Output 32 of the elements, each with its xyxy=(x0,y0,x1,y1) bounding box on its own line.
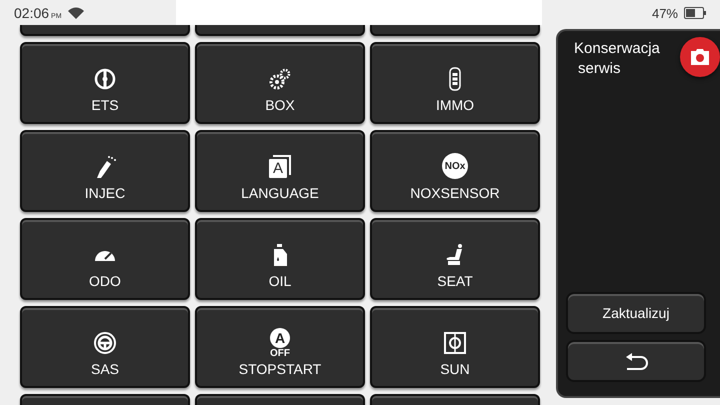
update-button[interactable]: Zaktualizuj xyxy=(566,292,706,334)
nox-icon: NOx xyxy=(442,153,468,179)
battery-icon xyxy=(684,7,706,19)
tile-button[interactable]: ODO xyxy=(20,218,190,300)
tile-button[interactable] xyxy=(20,25,190,36)
tile-button[interactable]: A OFF STOPSTART xyxy=(195,306,365,388)
tile-button[interactable]: IMMO xyxy=(370,42,540,124)
tile-button[interactable]: NOx NOXSENSOR xyxy=(370,130,540,212)
panel-title: Konserwacja xyxy=(574,39,661,59)
tile-button[interactable] xyxy=(20,394,190,405)
tile-button[interactable] xyxy=(195,394,365,405)
tile-button[interactable]: INJEC xyxy=(20,130,190,212)
tile-button[interactable]: BOX xyxy=(195,42,365,124)
tile-button[interactable] xyxy=(195,25,365,36)
gears-icon xyxy=(268,67,292,91)
tile-button[interactable] xyxy=(370,394,540,405)
tile-button[interactable]: A LANGUAGE xyxy=(195,130,365,212)
battery-percent: 47% xyxy=(652,6,678,20)
panel-subtitle: serwis xyxy=(578,59,622,79)
tile-button[interactable]: SAS xyxy=(20,306,190,388)
circle-icon xyxy=(93,67,117,91)
tile-button[interactable]: SUN xyxy=(370,306,540,388)
sunroof-icon xyxy=(443,331,467,355)
steering-wheel-icon xyxy=(93,331,117,355)
tile-button[interactable]: ETS xyxy=(20,42,190,124)
camera-icon xyxy=(690,49,710,65)
tile-button[interactable]: OIL xyxy=(195,218,365,300)
camera-button[interactable] xyxy=(680,37,720,77)
tile-button[interactable]: SEAT xyxy=(370,218,540,300)
back-button[interactable] xyxy=(566,340,706,382)
tile-button[interactable] xyxy=(370,25,540,36)
wifi-icon xyxy=(68,7,84,19)
